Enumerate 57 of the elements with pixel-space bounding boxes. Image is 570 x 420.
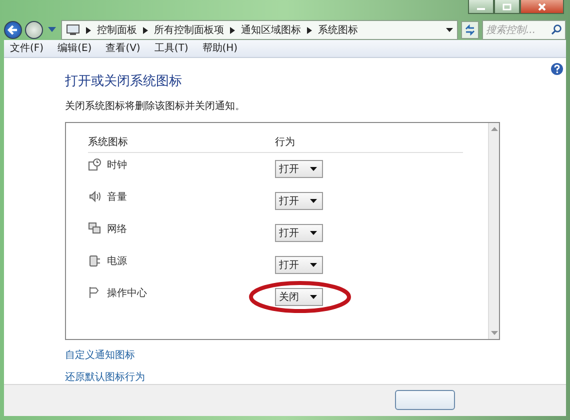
forward-button[interactable] [25, 21, 43, 39]
chevron-icon[interactable] [230, 26, 235, 34]
menu-item[interactable]: 查看(V) [106, 41, 140, 56]
system-icon-label: 操作中心 [107, 286, 147, 300]
behavior-dropdown[interactable]: 打开 [275, 192, 323, 210]
menu-item[interactable]: 工具(T) [154, 41, 188, 56]
caret-icon [310, 230, 317, 235]
search-icon [551, 24, 562, 35]
behavior-dropdown[interactable]: 打开 [275, 224, 323, 242]
speaker-icon [88, 190, 101, 204]
behavior-dropdown[interactable]: 打开 [275, 256, 323, 274]
breadcrumb[interactable]: 系统图标 [318, 23, 358, 37]
caret-icon [310, 166, 317, 171]
minimize-button[interactable] [468, 0, 494, 14]
back-button[interactable] [4, 21, 22, 39]
system-icon-label: 音量 [107, 190, 127, 204]
breadcrumb[interactable]: 通知区域图标 [241, 23, 301, 37]
back-arrow-icon [7, 24, 19, 36]
close-icon [537, 2, 547, 10]
chevron-icon[interactable] [143, 26, 148, 34]
system-icon-label: 网络 [107, 222, 127, 236]
breadcrumb[interactable]: 控制面板 [97, 23, 137, 37]
network-icon [88, 222, 101, 236]
power-plug-icon [88, 254, 101, 268]
column-header: 行为 [275, 136, 295, 149]
breadcrumb[interactable]: 所有控制面板项 [154, 23, 224, 37]
description-text: 关闭系统图标将删除该图标并关闭通知。 [65, 100, 246, 113]
link[interactable]: 自定义通知图标 [65, 348, 135, 362]
address-bar[interactable]: 控制面板 所有控制面板项 通知区域图标 系统图标 [61, 20, 458, 40]
column-header: 系统图标 [88, 136, 129, 149]
dropdown-icon[interactable] [446, 28, 453, 32]
clock-icon [88, 158, 101, 172]
chevron-icon[interactable] [307, 26, 312, 34]
help-icon[interactable] [551, 62, 563, 75]
page-heading: 打开或关闭系统图标 [65, 72, 183, 90]
menu-item[interactable]: 文件(F) [10, 41, 44, 56]
refresh-icon [464, 24, 476, 36]
refresh-button[interactable] [461, 21, 479, 39]
system-icon-label: 时钟 [107, 158, 127, 172]
chevron-icon[interactable] [86, 26, 91, 34]
system-icon-label: 电源 [107, 254, 127, 268]
caret-icon [310, 198, 317, 203]
behavior-dropdown[interactable]: 关闭 [275, 288, 323, 306]
link[interactable]: 还原默认图标行为 [65, 370, 145, 384]
computer-icon [66, 24, 80, 36]
flag-icon [88, 286, 101, 300]
menu-item[interactable]: 帮助(H) [202, 41, 238, 56]
behavior-dropdown[interactable]: 打开 [275, 160, 323, 178]
caret-icon [310, 262, 317, 267]
menu-item[interactable]: 编辑(E) [58, 41, 92, 56]
maximize-icon [502, 2, 512, 10]
dialog-button[interactable] [395, 390, 455, 410]
maximize-button[interactable] [494, 0, 520, 14]
history-dropdown-icon[interactable] [48, 27, 56, 33]
search-field[interactable]: 搜索控制... [482, 20, 566, 40]
close-button[interactable] [520, 0, 564, 14]
caret-icon [310, 294, 317, 299]
